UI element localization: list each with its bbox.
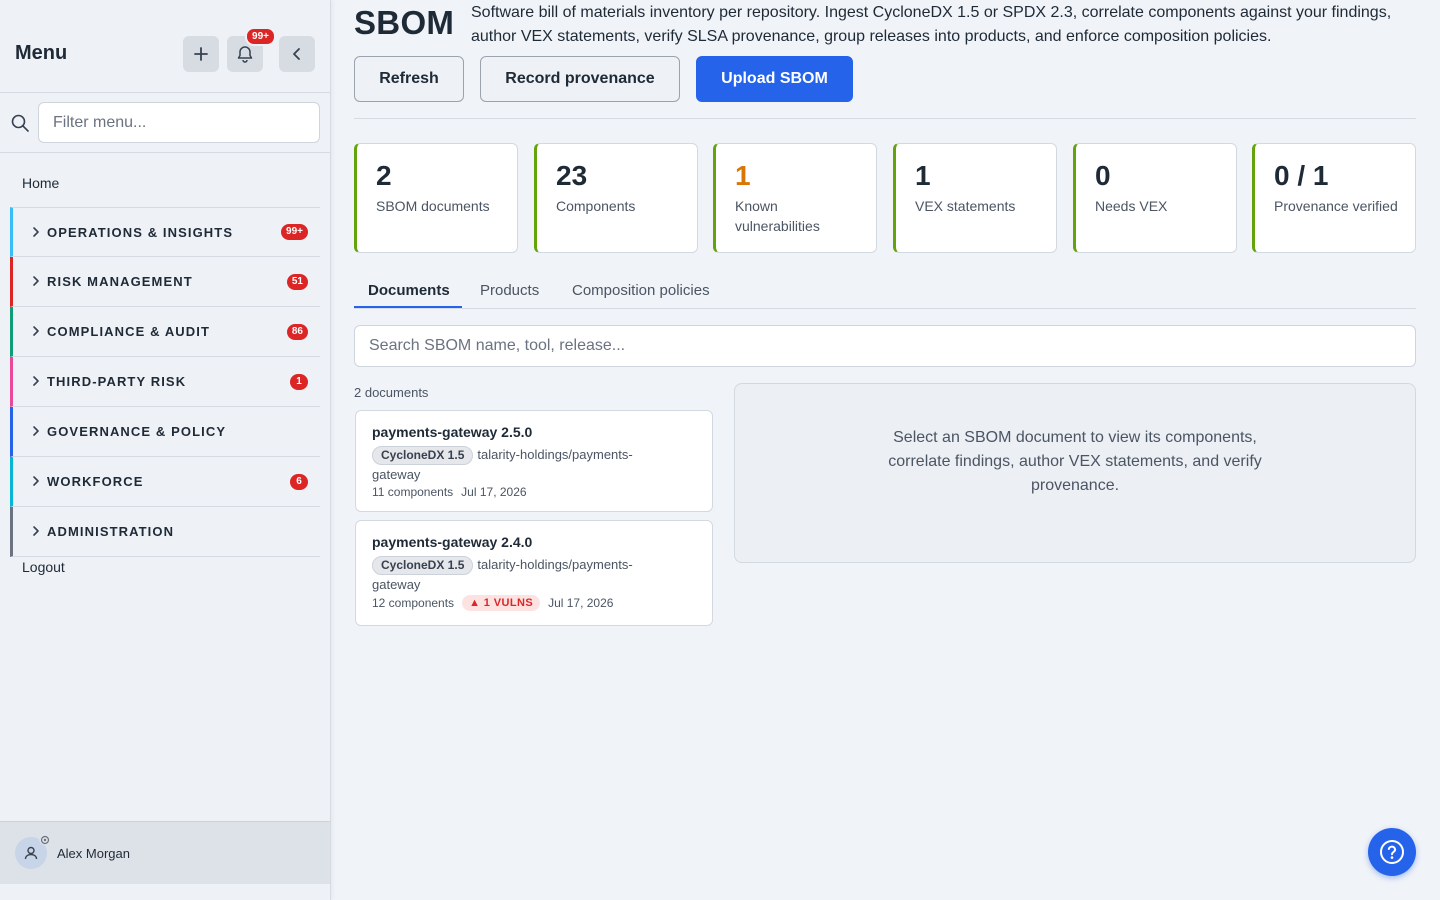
user-profile[interactable]: Alex Morgan (0, 821, 330, 884)
sidebar-filter (0, 93, 330, 153)
nav-section-workforce[interactable]: WORKFORCE 6 (10, 457, 320, 507)
stat-card: 23 Components (534, 143, 698, 253)
upload-sbom-button[interactable]: Upload SBOM (696, 56, 853, 102)
document-date: Jul 17, 2026 (548, 596, 614, 610)
divider (354, 118, 1416, 119)
sidebar-title: Menu (15, 42, 68, 64)
stat-label: Components (556, 198, 636, 214)
document-footer: 12 components ▲ 1 VULNS Jul 17, 2026 (372, 595, 621, 611)
stat-label: SBOM documents (376, 198, 490, 214)
chevron-right-icon (33, 276, 39, 286)
collapse-sidebar-button[interactable] (279, 36, 315, 72)
vulns-badge: ▲ 1 VULNS (462, 595, 541, 611)
stat-card: 1 Known vulnerabilities (713, 143, 877, 253)
document-name: payments-gateway 2.4.0 (372, 534, 533, 550)
filter-menu-input[interactable] (38, 102, 320, 143)
help-icon (1380, 840, 1404, 864)
nav-section-label: COMPLIANCE & AUDIT (47, 324, 211, 339)
notifications-button[interactable]: 99+ (227, 27, 276, 72)
tab-products[interactable]: Products (480, 282, 539, 299)
nav-count-badge: 6 (290, 473, 308, 490)
nav-count-badge: 99+ (281, 224, 308, 240)
stat-value: 2 (376, 160, 392, 191)
chevron-right-icon (33, 376, 39, 386)
user-name: Alex Morgan (57, 846, 130, 861)
settings-gear-icon (39, 833, 51, 845)
stat-card: 1 VEX statements (893, 143, 1057, 253)
sbom-search-input[interactable] (354, 325, 1416, 367)
document-name: payments-gateway 2.5.0 (372, 424, 533, 440)
document-meta: CycloneDX 1.5 talarity-holdings/payments-… (372, 555, 662, 594)
nav-section-label: RISK MANAGEMENT (47, 274, 193, 289)
refresh-button[interactable]: Refresh (354, 56, 464, 102)
avatar[interactable] (15, 833, 51, 869)
notification-badge: 99+ (245, 27, 276, 46)
nav-home[interactable]: Home (22, 175, 59, 191)
nav-section-label: ADMINISTRATION (47, 524, 175, 539)
nav-section-administration[interactable]: ADMINISTRATION (10, 507, 320, 557)
chevron-right-icon (33, 426, 39, 436)
chevron-right-icon (33, 326, 39, 336)
nav-section-operations-insights[interactable]: OPERATIONS & INSIGHTS 99+ (10, 207, 320, 257)
stat-value: 0 / 1 (1274, 160, 1329, 191)
document-card[interactable]: payments-gateway 2.4.0 CycloneDX 1.5 tala… (355, 520, 713, 626)
chevron-left-icon (293, 48, 300, 60)
chevron-right-icon (33, 476, 39, 486)
stat-card: 0 Needs VEX (1073, 143, 1237, 253)
nav-section-label: WORKFORCE (47, 474, 144, 489)
stat-label: Provenance verified (1274, 198, 1398, 214)
help-button[interactable] (1368, 828, 1416, 876)
nav-section-governance-policy[interactable]: GOVERNANCE & POLICY (10, 407, 320, 457)
nav-section-risk-management[interactable]: RISK MANAGEMENT 51 (10, 257, 320, 307)
bell-icon (237, 46, 253, 63)
stat-label: VEX statements (915, 198, 1016, 214)
stat-label: Needs VEX (1095, 198, 1168, 214)
active-tab-indicator (354, 306, 462, 308)
chevron-right-icon (33, 227, 39, 237)
document-footer: 11 components Jul 17, 2026 (372, 485, 535, 499)
add-button[interactable] (183, 36, 219, 72)
document-date: Jul 17, 2026 (461, 485, 527, 499)
page-title: SBOM (354, 4, 455, 41)
component-count: 11 components (372, 485, 454, 499)
nav-section-label: GOVERNANCE & POLICY (47, 424, 227, 439)
nav-count-badge: 86 (286, 323, 308, 340)
tab-bar: Documents Products Composition policies (354, 272, 1416, 309)
chevron-right-icon (33, 526, 39, 536)
nav-section-label: THIRD-PARTY RISK (47, 374, 187, 389)
document-count: 2 documents (354, 385, 429, 400)
nav-count-badge: 51 (286, 273, 308, 290)
page-description: Software bill of materials inventory per… (471, 4, 1392, 45)
document-card[interactable]: payments-gateway 2.5.0 CycloneDX 1.5 tala… (355, 410, 713, 512)
format-badge: CycloneDX 1.5 (372, 556, 474, 575)
sidebar-header: Menu 99+ (0, 0, 330, 93)
nav-section-label: OPERATIONS & INSIGHTS (47, 224, 234, 240)
nav-list: OPERATIONS & INSIGHTS 99+ RISK MANAGEMENT 5… (10, 207, 320, 557)
stat-card: 2 SBOM documents (354, 143, 518, 253)
stat-value: 0 (1095, 160, 1111, 191)
record-provenance-button[interactable]: Record provenance (480, 56, 680, 102)
nav-section-third-party-risk[interactable]: THIRD-PARTY RISK 1 (10, 357, 320, 407)
component-count: 12 components (372, 596, 455, 610)
document-meta: CycloneDX 1.5 talarity-holdings/payments-… (372, 445, 662, 484)
stat-value: 1 (735, 160, 751, 191)
nav-count-badge: 1 (290, 373, 308, 390)
document-detail-panel: Select an SBOM document to view its comp… (734, 383, 1416, 563)
detail-placeholder: Select an SBOM document to view its comp… (888, 429, 1262, 494)
plus-icon (194, 47, 208, 61)
stat-value: 1 (915, 160, 931, 191)
nav-logout[interactable]: Logout (22, 559, 65, 575)
stat-card: 0 / 1 Provenance verified (1252, 143, 1416, 253)
nav-section-compliance-audit[interactable]: COMPLIANCE & AUDIT 86 (10, 307, 320, 357)
tab-documents[interactable]: Documents (368, 282, 450, 299)
sidebar: Menu 99+ Home OPERATIONS & INSIGHTS 99+ RI… (0, 0, 331, 900)
search-icon (11, 114, 29, 132)
stat-value: 23 (556, 160, 588, 191)
stat-label: Known vulnerabilities (735, 198, 820, 234)
format-badge: CycloneDX 1.5 (372, 446, 474, 465)
user-icon (24, 846, 38, 860)
tab-composition-policies[interactable]: Composition policies (572, 282, 710, 299)
